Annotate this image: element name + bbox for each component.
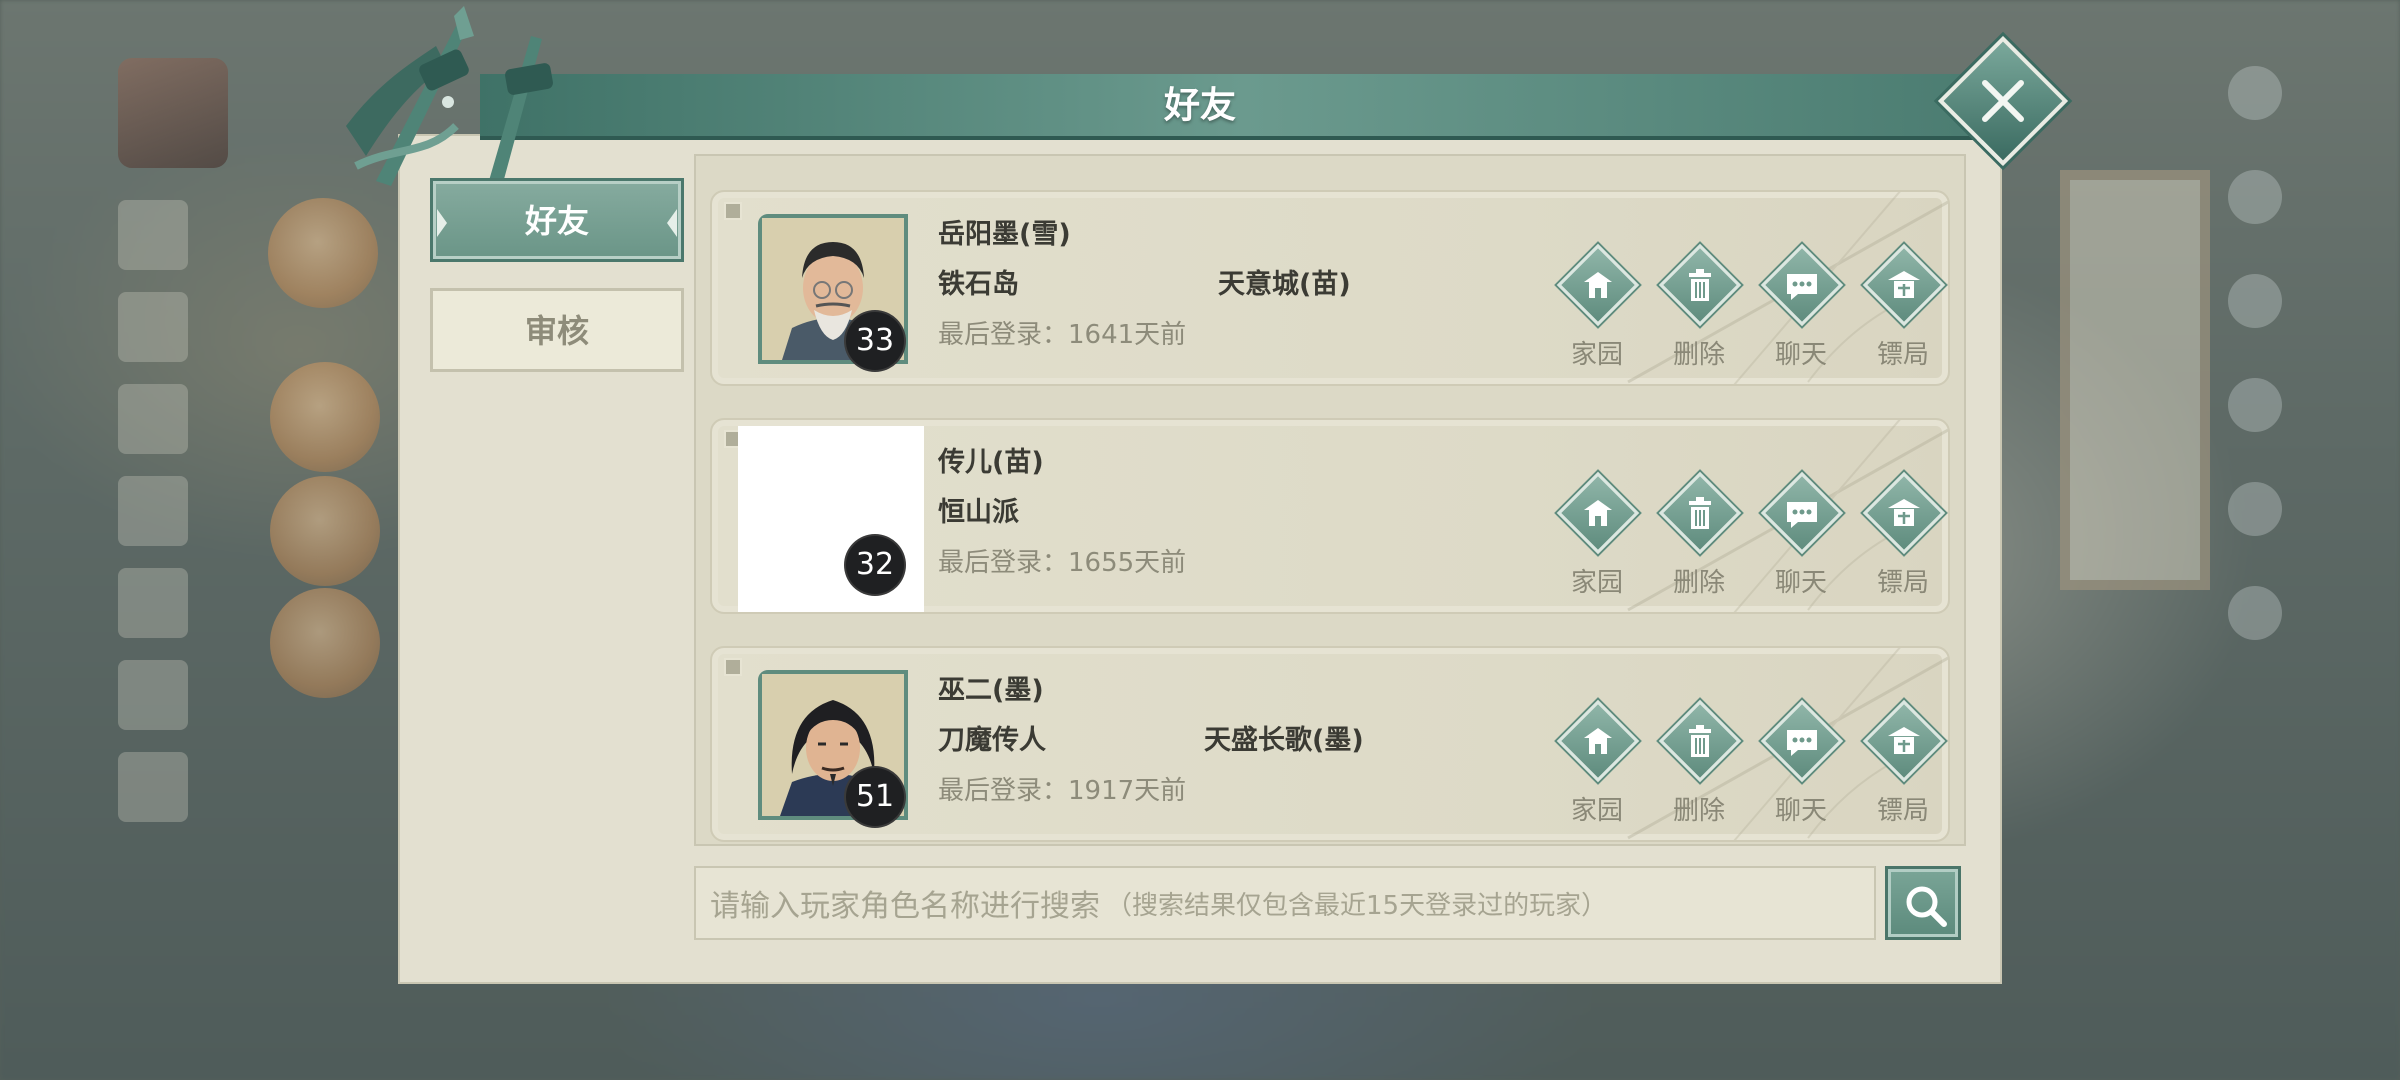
level-badge: 32 xyxy=(846,536,904,594)
row-checkbox[interactable] xyxy=(724,658,742,676)
friend-row[interactable]: 33 岳阳墨(雪) 铁石岛 天意城(苗) 最后登录：1641天前 家园 删除 聊… xyxy=(710,190,1950,386)
friend-guild: 天盛长歌(墨) xyxy=(1204,725,1364,756)
friend-row[interactable]: 32 传儿(苗) 恒山派 最后登录：1655天前 家园 删除 聊天 镖局 xyxy=(710,418,1950,614)
tab-friends[interactable]: 好友 xyxy=(430,178,684,262)
close-icon xyxy=(1982,80,2024,122)
level-badge: 33 xyxy=(846,312,904,370)
escort-button[interactable]: 镖局 xyxy=(1858,243,1948,370)
background-icon xyxy=(2228,482,2282,536)
dialog-title: 好友 xyxy=(1163,85,1236,126)
background-orb xyxy=(268,198,378,308)
escort-icon xyxy=(1888,727,1920,754)
chat-button[interactable]: 聊天 xyxy=(1756,471,1846,598)
delete-button[interactable]: 删除 xyxy=(1654,699,1744,826)
chat-button[interactable]: 聊天 xyxy=(1756,699,1846,826)
background-icon xyxy=(2228,274,2282,328)
last-login: 最后登录：1917天前 xyxy=(938,776,1187,806)
last-login: 最后登录：1655天前 xyxy=(938,548,1187,578)
search-hint: （搜索结果仅包含最近15天登录过的玩家） xyxy=(1106,890,1608,921)
background-icon xyxy=(2228,378,2282,432)
delete-button[interactable]: 删除 xyxy=(1654,471,1744,598)
home-icon xyxy=(1584,500,1612,526)
home-icon xyxy=(1584,728,1612,754)
background-slot xyxy=(118,568,188,638)
chat-icon xyxy=(1787,274,1817,300)
friend-list: 33 岳阳墨(雪) 铁石岛 天意城(苗) 最后登录：1641天前 家园 删除 聊… xyxy=(694,154,1966,846)
background-slot xyxy=(118,200,188,270)
search-input[interactable]: 请输入玩家角色名称进行搜索 （搜索结果仅包含最近15天登录过的玩家） xyxy=(694,866,1876,940)
home-icon xyxy=(1584,272,1612,298)
background-scroll-frame xyxy=(2060,170,2210,590)
friend-sect: 刀魔传人 xyxy=(938,725,1046,756)
row-checkbox[interactable] xyxy=(724,202,742,220)
home-button[interactable]: 家园 xyxy=(1552,699,1642,826)
friend-name: 巫二(墨) xyxy=(938,675,1044,706)
friend-sect: 铁石岛 xyxy=(938,269,1019,300)
friend-name: 传儿(苗) xyxy=(938,447,1044,478)
background-orb xyxy=(270,588,380,698)
trash-icon xyxy=(1689,725,1711,757)
last-login: 最后登录：1641天前 xyxy=(938,320,1187,350)
escort-button[interactable]: 镖局 xyxy=(1858,471,1948,598)
friend-name: 岳阳墨(雪) xyxy=(938,219,1071,250)
escort-icon xyxy=(1888,271,1920,298)
friend-guild: 天意城(苗) xyxy=(1218,269,1351,300)
level-badge: 51 xyxy=(846,768,904,826)
chat-icon xyxy=(1787,502,1817,528)
background-slot xyxy=(118,384,188,454)
background-icon xyxy=(2228,586,2282,640)
escort-button[interactable]: 镖局 xyxy=(1858,699,1948,826)
trash-icon xyxy=(1689,269,1711,301)
delete-button[interactable]: 删除 xyxy=(1654,243,1744,370)
chat-button[interactable]: 聊天 xyxy=(1756,243,1846,370)
home-button[interactable]: 家园 xyxy=(1552,471,1642,598)
background-slot xyxy=(118,752,188,822)
search-button[interactable] xyxy=(1885,866,1961,940)
background-icon xyxy=(2228,170,2282,224)
background-slot xyxy=(118,476,188,546)
tab-review[interactable]: 审核 xyxy=(430,288,684,372)
search-icon xyxy=(1906,886,1947,927)
chat-icon xyxy=(1787,730,1817,756)
background-icon xyxy=(2228,66,2282,120)
sword-ornament-icon xyxy=(346,6,553,194)
background-slot xyxy=(118,660,188,730)
player-avatar-background xyxy=(118,58,228,168)
background-slot xyxy=(118,292,188,362)
background-orb xyxy=(270,362,380,472)
escort-icon xyxy=(1888,499,1920,526)
background-orb xyxy=(270,476,380,586)
friend-row[interactable]: 51 巫二(墨) 刀魔传人 天盛长歌(墨) 最后登录：1917天前 家园 删除 xyxy=(710,646,1950,842)
friend-sect: 恒山派 xyxy=(938,497,1019,528)
search-placeholder: 请输入玩家角色名称进行搜索 xyxy=(710,889,1100,924)
home-button[interactable]: 家园 xyxy=(1552,243,1642,370)
trash-icon xyxy=(1689,497,1711,529)
